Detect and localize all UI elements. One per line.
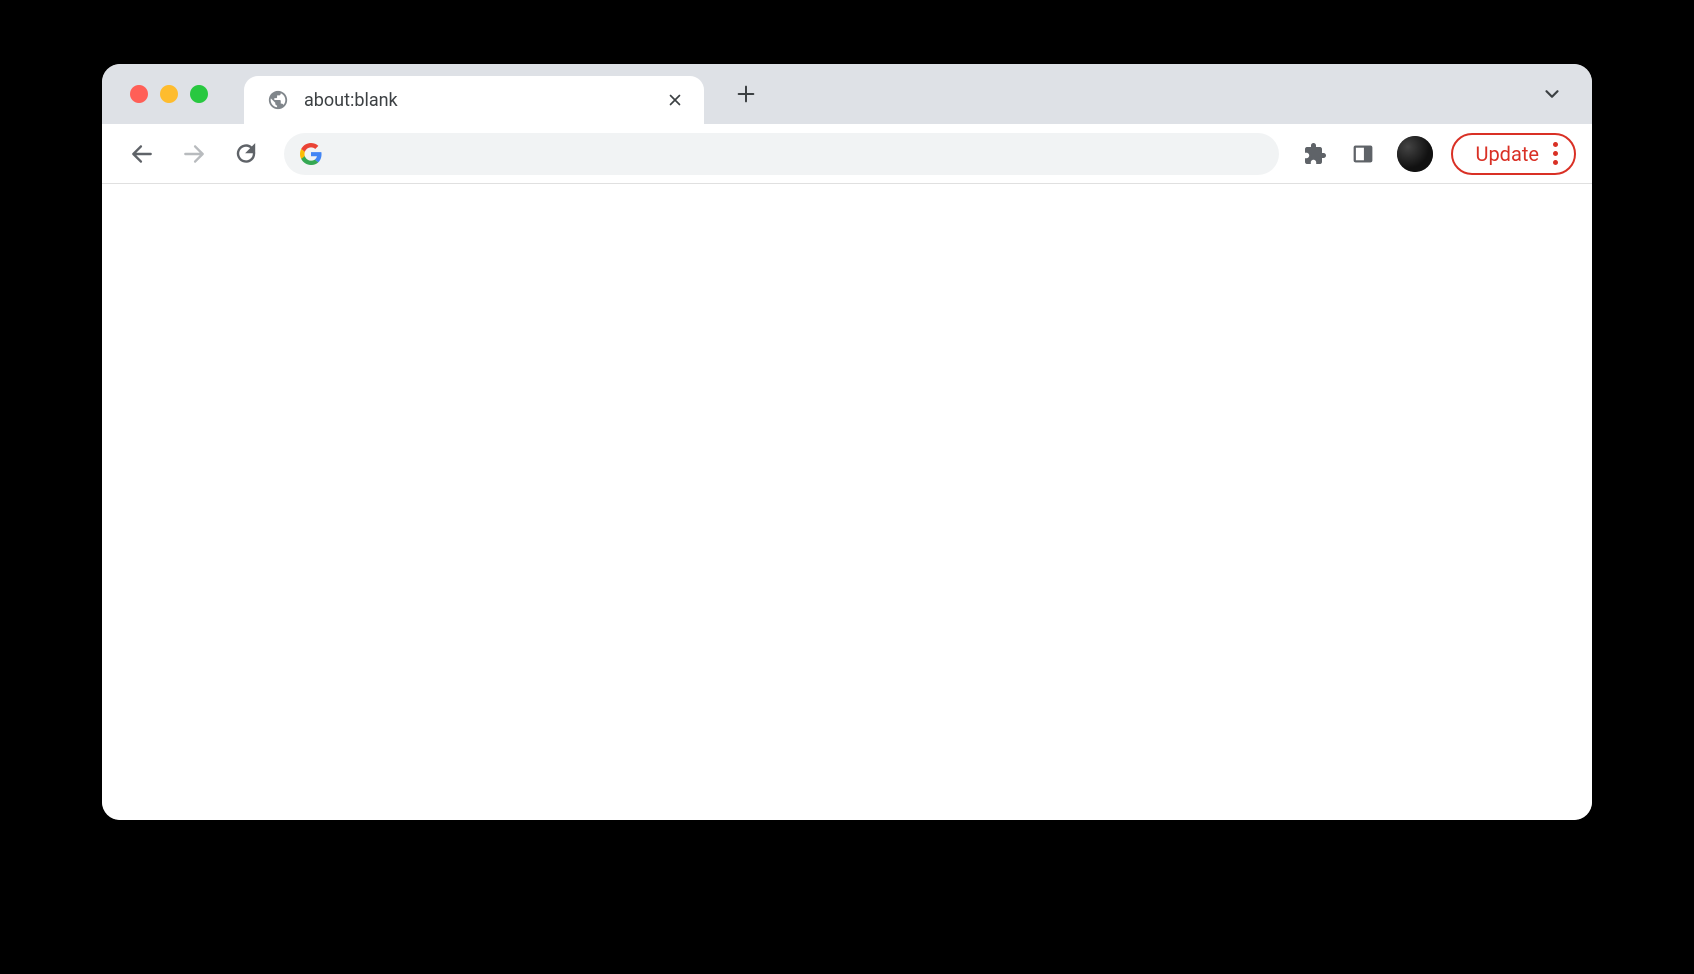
minimize-window-button[interactable] <box>160 85 178 103</box>
close-tab-button[interactable] <box>664 89 686 111</box>
tab-title: about:blank <box>304 90 650 111</box>
tab-bar: about:blank <box>102 64 1592 124</box>
page-content <box>102 184 1592 820</box>
address-input[interactable] <box>336 143 1263 164</box>
maximize-window-button[interactable] <box>190 85 208 103</box>
browser-tab[interactable]: about:blank <box>244 76 704 124</box>
new-tab-button[interactable] <box>726 74 766 114</box>
update-button[interactable]: Update <box>1451 133 1576 175</box>
extensions-button[interactable] <box>1295 134 1335 174</box>
forward-button[interactable] <box>172 132 216 176</box>
address-bar[interactable] <box>284 133 1279 175</box>
reload-button[interactable] <box>224 132 268 176</box>
side-panel-button[interactable] <box>1343 134 1383 174</box>
back-button[interactable] <box>120 132 164 176</box>
window-controls <box>112 85 220 103</box>
tab-list-dropdown[interactable] <box>1534 76 1570 112</box>
google-icon <box>300 143 322 165</box>
toolbar: Update <box>102 124 1592 184</box>
globe-icon <box>266 88 290 112</box>
menu-icon <box>1553 142 1558 165</box>
browser-window: about:blank <box>102 64 1592 820</box>
profile-avatar[interactable] <box>1397 136 1433 172</box>
close-window-button[interactable] <box>130 85 148 103</box>
update-label: Update <box>1475 142 1539 166</box>
